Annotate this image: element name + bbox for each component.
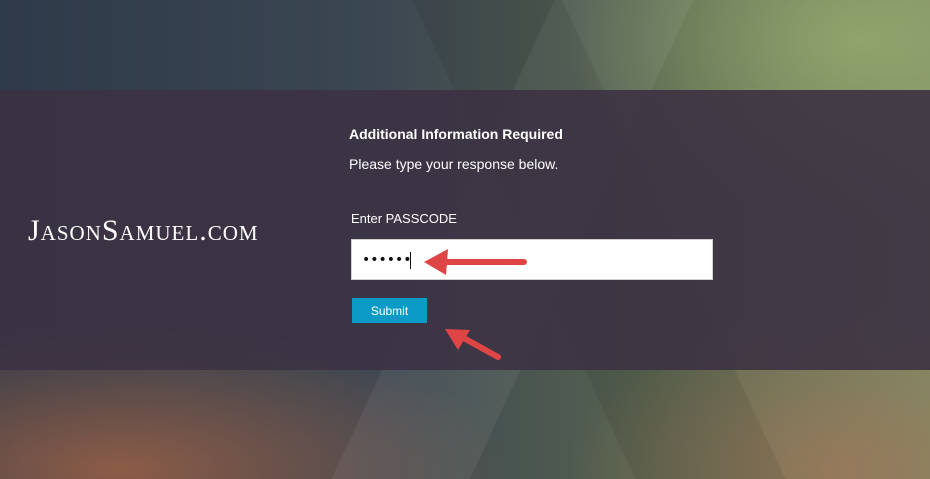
passcode-field[interactable]	[351, 239, 713, 280]
site-logo: JasonSamuel.com	[28, 214, 259, 247]
form-title: Additional Information Required	[349, 126, 563, 142]
text-caret	[410, 252, 411, 269]
submit-button[interactable]: Submit	[352, 298, 427, 323]
passcode-input[interactable]	[362, 248, 702, 272]
passcode-label: Enter PASSCODE	[351, 211, 457, 226]
form-instruction: Please type your response below.	[349, 156, 559, 172]
